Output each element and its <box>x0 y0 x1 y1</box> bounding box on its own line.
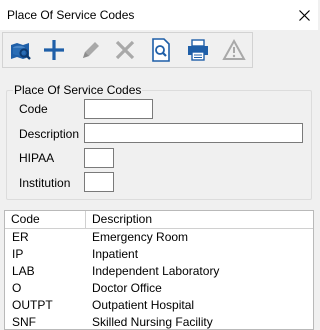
row-code: O <box>12 281 22 295</box>
code-label: Code <box>19 102 48 116</box>
preview-button[interactable] <box>148 37 174 63</box>
description-field[interactable] <box>84 123 303 143</box>
row-code: LAB <box>12 264 35 278</box>
table-row[interactable]: SNF Skilled Nursing Facility <box>5 314 313 329</box>
institution-field[interactable] <box>84 172 114 192</box>
x-icon <box>115 40 135 60</box>
hipaa-label: HIPAA <box>19 151 55 165</box>
printer-icon <box>188 39 208 61</box>
close-button[interactable] <box>290 0 318 30</box>
table-row[interactable]: IP Inpatient <box>5 246 313 263</box>
add-button[interactable] <box>41 37 67 63</box>
warning-button[interactable] <box>221 37 247 63</box>
row-description: Outpatient Hospital <box>92 298 195 312</box>
row-description: Emergency Room <box>92 230 189 244</box>
table-row[interactable]: O Doctor Office <box>5 280 313 297</box>
table-row[interactable]: ER Emergency Room <box>5 229 313 246</box>
table-row[interactable]: LAB Independent Laboratory <box>5 263 313 280</box>
table-row[interactable]: OUTPT Outpatient Hospital <box>5 297 313 314</box>
row-description: Inpatient <box>92 247 139 261</box>
close-icon <box>298 9 310 21</box>
title-bar: Place Of Service Codes <box>0 0 318 30</box>
row-code: SNF <box>12 315 36 329</box>
search-database-button[interactable] <box>7 37 33 63</box>
column-header-description[interactable]: Description <box>86 211 313 229</box>
edit-button[interactable] <box>78 37 104 63</box>
grid-header: Code Description <box>5 211 313 229</box>
group-title: Place Of Service Codes <box>13 83 143 97</box>
toolbar <box>2 32 253 68</box>
description-label: Description <box>19 127 80 141</box>
row-code: OUTPT <box>12 298 53 312</box>
delete-button[interactable] <box>112 37 138 63</box>
hipaa-field[interactable] <box>84 148 114 168</box>
codes-grid[interactable]: Code Description ER Emergency Room IP In… <box>4 210 314 330</box>
warning-triangle-icon <box>222 38 246 60</box>
row-code: ER <box>12 230 29 244</box>
search-database-icon <box>11 43 31 60</box>
code-field[interactable] <box>84 99 153 119</box>
row-code: IP <box>12 247 24 261</box>
row-description: Doctor Office <box>92 281 162 295</box>
row-description: Skilled Nursing Facility <box>92 315 213 329</box>
plus-icon <box>44 40 64 60</box>
magnifier-page-icon <box>152 38 170 62</box>
pencil-icon <box>83 42 99 58</box>
column-header-code[interactable]: Code <box>5 211 86 229</box>
window-title: Place Of Service Codes <box>7 8 135 22</box>
print-button[interactable] <box>185 37 211 63</box>
institution-label: Institution <box>19 176 71 190</box>
row-description: Independent Laboratory <box>92 264 220 278</box>
